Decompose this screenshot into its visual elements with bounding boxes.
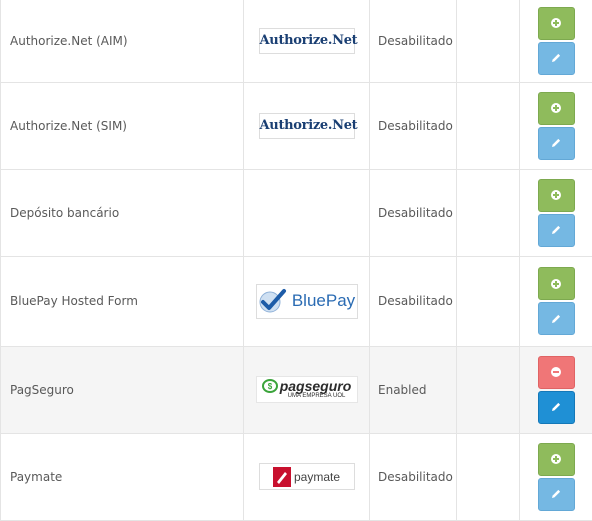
- pagseguro-logo: $ pagseguro UMA EMPRESA UOL: [256, 376, 358, 403]
- sort-order-cell: [457, 346, 520, 433]
- payment-name: Paymate: [1, 433, 244, 520]
- pagseguro-logo-text: pagseguro: [280, 379, 352, 393]
- plus-circle-icon: [551, 18, 561, 28]
- pencil-icon: [550, 224, 562, 236]
- authorize-net-logo: Authorize.Net: [259, 113, 355, 139]
- action-cell: [520, 0, 592, 82]
- payment-logo-cell: [244, 169, 370, 256]
- sort-order-cell: [457, 169, 520, 256]
- payment-methods-table: Authorize.Net (AIM) Authorize.Net Desabi…: [0, 0, 592, 521]
- plus-circle-icon: [551, 454, 561, 464]
- table-row: Authorize.Net (SIM) Authorize.Net Desabi…: [1, 82, 592, 169]
- table-row: BluePay Hosted Form BluePay Desabilitado: [1, 256, 592, 346]
- pencil-icon: [550, 52, 562, 64]
- sort-order-cell: [457, 256, 520, 346]
- action-cell: [520, 82, 592, 169]
- paymate-logo-text: paymate: [294, 470, 340, 484]
- edit-button[interactable]: [538, 127, 575, 160]
- pagseguro-mark-icon: $: [262, 379, 278, 393]
- uninstall-button[interactable]: [538, 356, 575, 389]
- sort-order-cell: [457, 433, 520, 520]
- pencil-icon: [550, 313, 562, 325]
- bluepay-logo: BluePay: [256, 284, 358, 319]
- payment-status: Enabled: [370, 346, 457, 433]
- payment-status: Desabilitado: [370, 0, 457, 82]
- plus-circle-icon: [551, 103, 561, 113]
- edit-button[interactable]: [538, 42, 575, 75]
- sort-order-cell: [457, 82, 520, 169]
- action-cell: [520, 256, 592, 346]
- payment-logo-cell: BluePay: [244, 256, 370, 346]
- payment-status: Desabilitado: [370, 256, 457, 346]
- paymate-logo: paymate: [259, 463, 355, 490]
- install-button[interactable]: [538, 92, 575, 125]
- checkmark-icon: [258, 288, 288, 314]
- payment-status: Desabilitado: [370, 433, 457, 520]
- pencil-icon: [550, 137, 562, 149]
- table-row: Authorize.Net (AIM) Authorize.Net Desabi…: [1, 0, 592, 82]
- payment-name: BluePay Hosted Form: [1, 256, 244, 346]
- payment-name: Authorize.Net (AIM): [1, 0, 244, 82]
- plus-circle-icon: [551, 190, 561, 200]
- table-row: Depósito bancário Desabilitado: [1, 169, 592, 256]
- pagseguro-logo-subtext: UMA EMPRESA UOL: [288, 393, 346, 400]
- action-cell: [520, 169, 592, 256]
- install-button[interactable]: [538, 7, 575, 40]
- payment-logo-cell: Authorize.Net: [244, 82, 370, 169]
- action-cell: [520, 433, 592, 520]
- payment-logo-cell: Authorize.Net: [244, 0, 370, 82]
- svg-text:$: $: [267, 382, 272, 391]
- table-row: PagSeguro $ pagseguro UMA EMPRESA UOL En…: [1, 346, 592, 433]
- payment-status: Desabilitado: [370, 82, 457, 169]
- action-cell: [520, 346, 592, 433]
- edit-button[interactable]: [538, 302, 575, 335]
- install-button[interactable]: [538, 179, 575, 212]
- edit-button[interactable]: [538, 391, 575, 424]
- pencil-icon: [550, 401, 562, 413]
- paymate-mark-icon: [273, 467, 291, 487]
- edit-button[interactable]: [538, 478, 575, 511]
- payment-logo-cell: $ pagseguro UMA EMPRESA UOL: [244, 346, 370, 433]
- authorize-net-logo: Authorize.Net: [259, 28, 355, 54]
- minus-circle-icon: [551, 367, 561, 377]
- pencil-icon: [550, 488, 562, 500]
- sort-order-cell: [457, 0, 520, 82]
- plus-circle-icon: [551, 279, 561, 289]
- bluepay-logo-text: BluePay: [292, 291, 355, 311]
- table-row: Paymate paymate Desabilitado: [1, 433, 592, 520]
- payment-name: PagSeguro: [1, 346, 244, 433]
- install-button[interactable]: [538, 267, 575, 300]
- edit-button[interactable]: [538, 214, 575, 247]
- payment-status: Desabilitado: [370, 169, 457, 256]
- payment-name: Depósito bancário: [1, 169, 244, 256]
- payment-name: Authorize.Net (SIM): [1, 82, 244, 169]
- payment-logo-cell: paymate: [244, 433, 370, 520]
- install-button[interactable]: [538, 443, 575, 476]
